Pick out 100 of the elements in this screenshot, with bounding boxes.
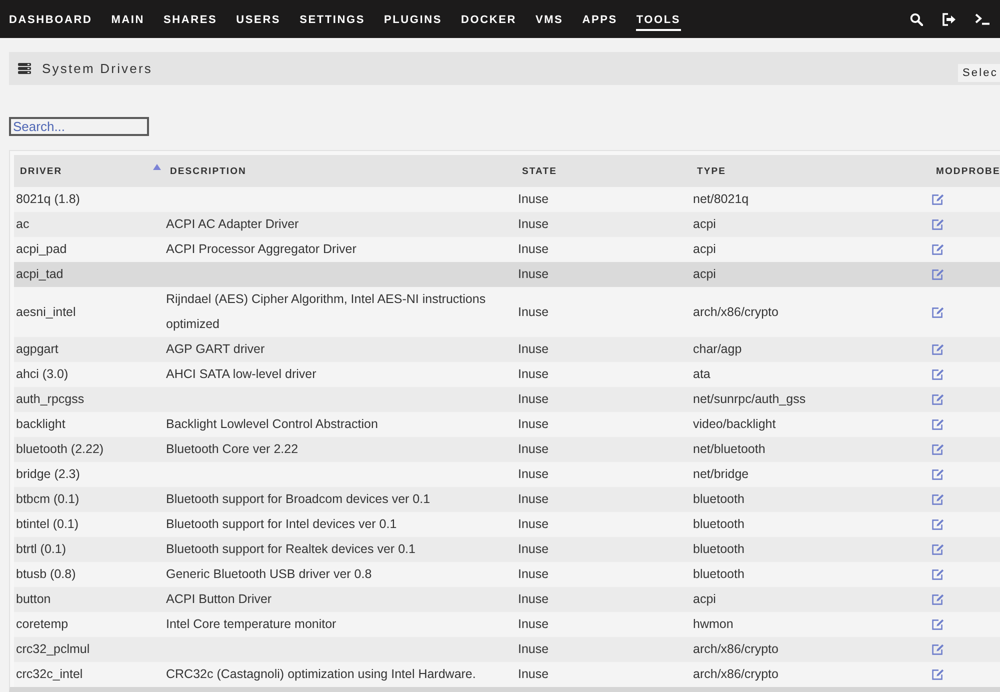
table-row[interactable]: button ACPI Button Driver Inuse acpi	[14, 587, 1000, 612]
table-cell: Generic Bluetooth USB driver ver 0.8	[164, 562, 516, 587]
table-cell: button	[14, 587, 164, 612]
table-cell: Bluetooth Core ver 2.22	[164, 437, 516, 462]
edit-icon[interactable]	[932, 244, 944, 255]
table-cell: video/backlight	[691, 412, 930, 437]
table-cell: acpi	[691, 587, 930, 612]
table-row[interactable]: auth_rpcgss Inuse net/sunrpc/auth_gss	[14, 387, 1000, 412]
column-header[interactable]: DESCRIPTION	[164, 155, 516, 187]
table-row[interactable]: 8021q (1.8) Inuse net/8021q	[14, 187, 1000, 212]
table-row[interactable]: crc32_pclmul Inuse arch/x86/crypto	[14, 637, 1000, 662]
table-cell: acpi	[691, 212, 930, 237]
sign-out-icon[interactable]	[942, 12, 956, 26]
edit-icon[interactable]	[932, 306, 944, 318]
edit-icon[interactable]	[932, 419, 944, 430]
nav-tab[interactable]: DOCKER	[460, 10, 516, 30]
edit-icon[interactable]	[932, 594, 944, 605]
table-cell: Inuse	[516, 362, 691, 387]
table-cell: Inuse	[516, 537, 691, 562]
table-cell: bluetooth (2.22)	[14, 437, 164, 462]
table-cell: Inuse	[516, 287, 691, 337]
table-cell: Bluetooth support for Intel devices ver 0.1	[164, 512, 516, 537]
edit-icon[interactable]	[932, 269, 944, 280]
edit-icon[interactable]	[932, 394, 944, 405]
edit-icon[interactable]	[932, 519, 944, 530]
search-field[interactable]: Search...	[9, 117, 149, 136]
nav-tab[interactable]: SETTINGS	[300, 10, 365, 30]
edit-icon[interactable]	[932, 369, 944, 380]
edit-icon[interactable]	[932, 469, 944, 480]
edit-icon[interactable]	[932, 569, 944, 580]
table-cell: Inuse	[516, 262, 691, 287]
edit-icon[interactable]	[932, 619, 944, 630]
table-cell: bridge (2.3)	[14, 462, 164, 487]
table-cell: net/8021q	[691, 187, 930, 212]
table-cell: ahci (3.0)	[14, 362, 164, 387]
edit-icon[interactable]	[932, 544, 944, 555]
nav-tab[interactable]: APPS	[582, 10, 618, 30]
edit-icon[interactable]	[932, 344, 944, 355]
search-icon[interactable]	[910, 12, 923, 26]
edit-icon[interactable]	[932, 669, 944, 680]
table-row[interactable]: acpi_tad Inuse acpi	[14, 262, 1000, 287]
table-row[interactable]: aesni_intel Rijndael (AES) Cipher Algorithm, Intel AES-NI instructions optimized Inuse arch/x86/crypto	[14, 287, 1000, 337]
table-row[interactable]: coretemp Intel Core temperature monitor Inuse hwmon	[14, 612, 1000, 637]
table-cell: AHCI SATA low-level driver	[164, 362, 516, 387]
table-row[interactable]: agpgart AGP GART driver Inuse char/agp	[14, 337, 1000, 362]
table-cell: btintel (0.1)	[14, 512, 164, 537]
table-row[interactable]: bluetooth (2.22) Bluetooth Core ver 2.22 Inuse net/bluetooth	[14, 437, 1000, 462]
edit-icon[interactable]	[932, 444, 944, 455]
nav-tab[interactable]: SHARES	[164, 10, 218, 30]
table-cell: Inuse	[516, 237, 691, 262]
table-cell: Inuse	[516, 637, 691, 662]
table-cell: Inuse	[516, 512, 691, 537]
nav-tab[interactable]: VMS	[535, 10, 564, 30]
nav-tab[interactable]: USERS	[236, 10, 281, 30]
column-header[interactable]: DRIVER	[14, 155, 164, 187]
table-cell: btusb (0.8)	[14, 562, 164, 587]
table-row[interactable]: btusb (0.8) Generic Bluetooth USB driver ver 0.8 Inuse bluetooth	[14, 562, 1000, 587]
table-cell: backlight	[14, 412, 164, 437]
table-row[interactable]: btbcm (0.1) Bluetooth support for Broadcom devices ver 0.1 Inuse bluetooth	[14, 487, 1000, 512]
table-cell: Inuse	[516, 187, 691, 212]
table-row[interactable]: ahci (3.0) AHCI SATA low-level driver Inuse ata	[14, 362, 1000, 387]
column-header[interactable]: TYPE	[691, 155, 930, 187]
table-cell: ac	[14, 212, 164, 237]
nav-tab[interactable]: DASHBOARD	[9, 10, 92, 30]
edit-icon[interactable]	[932, 494, 944, 505]
nav-tab[interactable]: PLUGINS	[384, 10, 442, 30]
nav-tab[interactable]: MAIN	[111, 10, 145, 30]
table-row[interactable]: backlight Backlight Lowlevel Control Abstraction Inuse video/backlight	[14, 412, 1000, 437]
edit-icon[interactable]	[932, 644, 944, 655]
table-cell: Inuse	[516, 412, 691, 437]
table-cell: acpi_pad	[14, 237, 164, 262]
terminal-icon[interactable]	[975, 13, 990, 25]
edit-icon[interactable]	[932, 219, 944, 230]
edit-icon[interactable]	[932, 194, 944, 205]
table-cell: bluetooth	[691, 562, 930, 587]
table-cell: Bluetooth support for Realtek devices ver 0.1	[164, 537, 516, 562]
table-row[interactable]: btintel (0.1) Bluetooth support for Intel devices ver 0.1 Inuse bluetooth	[14, 512, 1000, 537]
table-cell: agpgart	[14, 337, 164, 362]
table-row[interactable]: btrtl (0.1) Bluetooth support for Realtek devices ver 0.1 Inuse bluetooth	[14, 537, 1000, 562]
table-cell: Bluetooth support for Broadcom devices ver 0.1	[164, 487, 516, 512]
table-cell: bluetooth	[691, 512, 930, 537]
table-row[interactable]: acpi_pad ACPI Processor Aggregator Driver Inuse acpi	[14, 237, 1000, 262]
table-cell: net/bridge	[691, 462, 930, 487]
nav-tab[interactable]: TOOLS	[636, 10, 681, 30]
column-header[interactable]: STATE	[516, 155, 691, 187]
table-cell: Rijndael (AES) Cipher Algorithm, Intel AES-NI instructions optimized	[164, 287, 516, 337]
column-header[interactable]: MODPROBE	[930, 155, 1000, 187]
table-cell: arch/x86/crypto	[691, 287, 930, 337]
table-cell: net/bluetooth	[691, 437, 930, 462]
table-cell: Inuse	[516, 212, 691, 237]
table-row[interactable]: ac ACPI AC Adapter Driver Inuse acpi	[14, 212, 1000, 237]
table-cell: bluetooth	[691, 487, 930, 512]
select-dropdown[interactable]: Selec	[958, 64, 1000, 82]
table-cell: ACPI Processor Aggregator Driver	[164, 237, 516, 262]
table-cell: acpi_tad	[14, 262, 164, 287]
table-cell: ACPI Button Driver	[164, 587, 516, 612]
table-cell: Inuse	[516, 562, 691, 587]
table-row[interactable]: crc32c_intel CRC32c (Castagnoli) optimization using Intel Hardware. Inuse arch/x86/crypto	[14, 662, 1000, 687]
table-cell: aesni_intel	[14, 287, 164, 337]
table-row[interactable]: bridge (2.3) Inuse net/bridge	[14, 462, 1000, 487]
